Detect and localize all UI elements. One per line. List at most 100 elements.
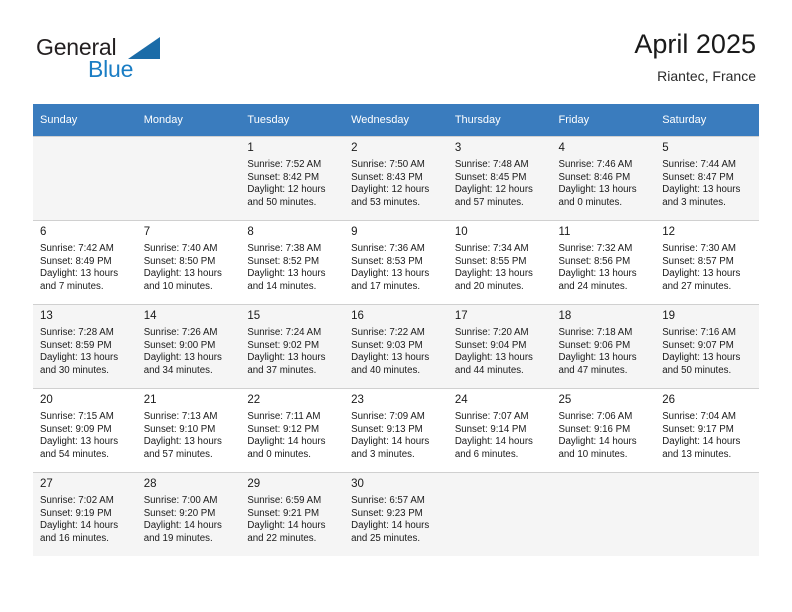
day-info-line: Sunset: 9:00 PM <box>143 339 216 351</box>
calendar-day-cell[interactable]: 16 Sunrise: 7:22 AM Sunset: 9:03 PM Dayligh… <box>344 304 448 388</box>
day-sun-info: Sunrise: 7:04 AM Sunset: 9:17 PM Daylight:… <box>662 411 752 461</box>
day-number: 19 <box>662 310 676 322</box>
calendar-day-cell[interactable]: 13 Sunrise: 7:28 AM Sunset: 8:59 PM Dayligh… <box>33 304 137 388</box>
day-number: 20 <box>40 394 53 406</box>
calendar-day-cell[interactable]: 14 Sunrise: 7:26 AM Sunset: 9:00 PM Dayligh… <box>136 304 241 388</box>
day-number: 5 <box>662 142 669 154</box>
calendar-day-cell[interactable]: 20 Sunrise: 7:15 AM Sunset: 9:09 PM Dayligh… <box>33 388 137 472</box>
calendar-day-cell[interactable]: 29 Sunrise: 6:59 AM Sunset: 9:21 PM Dayligh… <box>240 472 345 556</box>
calendar-day-cell[interactable]: 2 Sunrise: 7:50 AM Sunset: 8:43 PM Daylight… <box>344 136 448 220</box>
calendar-day-cell[interactable]: 26 Sunrise: 7:04 AM Sunset: 9:17 PM Dayligh… <box>655 388 759 472</box>
day-info-line: and 16 minutes. <box>40 532 109 544</box>
day-number: 18 <box>558 310 572 322</box>
calendar-day-cell[interactable]: 1 Sunrise: 7:52 AM Sunset: 8:42 PM Daylight… <box>240 136 345 220</box>
calendar-day-cell[interactable]: 8 Sunrise: 7:38 AM Sunset: 8:52 PM Daylight… <box>240 220 345 304</box>
day-info-line: Sunrise: 7:04 AM <box>662 411 736 422</box>
calendar-day-cell[interactable]: 25 Sunrise: 7:06 AM Sunset: 9:16 PM Dayligh… <box>551 388 656 472</box>
calendar-day-cell[interactable]: 22 Sunrise: 7:11 AM Sunset: 9:12 PM Dayligh… <box>240 388 345 472</box>
calendar-week-row: 6 Sunrise: 7:42 AM Sunset: 8:49 PM Daylight… <box>33 220 759 304</box>
day-info-line: Sunset: 8:57 PM <box>662 255 734 267</box>
day-info-line: Daylight: 13 hours <box>40 436 119 448</box>
day-info-line: Sunset: 9:07 PM <box>662 339 734 351</box>
day-number: 27 <box>40 478 53 490</box>
day-cell-inner: 12 Sunrise: 7:30 AM Sunset: 8:57 PM Dayligh… <box>655 220 759 304</box>
calendar-day-cell[interactable]: 27 Sunrise: 7:02 AM Sunset: 9:19 PM Dayligh… <box>33 472 137 556</box>
day-info-line: Daylight: 13 hours <box>143 268 222 280</box>
day-info-line: Daylight: 13 hours <box>351 352 430 364</box>
calendar-day-cell[interactable]: 18 Sunrise: 7:18 AM Sunset: 9:06 PM Dayligh… <box>551 304 656 388</box>
day-info-line: Sunset: 9:20 PM <box>143 507 216 519</box>
day-info-line: Daylight: 12 hours <box>454 184 533 196</box>
weekday-header-monday: Monday <box>136 104 241 136</box>
day-info-line: and 22 minutes. <box>247 532 317 544</box>
day-info-line: Daylight: 13 hours <box>247 352 326 364</box>
day-info-line: Daylight: 14 hours <box>40 520 119 532</box>
day-info-line: Sunset: 9:03 PM <box>351 339 423 351</box>
day-info-line: Sunset: 8:56 PM <box>558 255 631 267</box>
day-info-line: and 54 minutes. <box>40 448 109 460</box>
day-cell-inner: 29 Sunrise: 6:59 AM Sunset: 9:21 PM Dayligh… <box>240 472 345 556</box>
calendar-day-cell[interactable]: 4 Sunrise: 7:46 AM Sunset: 8:46 PM Daylight… <box>551 136 656 220</box>
weekday-header-saturday: Saturday <box>655 104 759 136</box>
day-info-line: Sunrise: 7:06 AM <box>558 411 633 422</box>
day-sun-info: Sunrise: 7:02 AM Sunset: 9:19 PM Daylight:… <box>40 495 130 545</box>
day-info-line: and 53 minutes. <box>351 196 421 208</box>
day-cell-inner: 9 Sunrise: 7:36 AM Sunset: 8:53 PM Daylight… <box>344 220 448 304</box>
day-info-line: Sunset: 9:06 PM <box>558 339 631 351</box>
calendar-day-cell[interactable]: 5 Sunrise: 7:44 AM Sunset: 8:47 PM Daylight… <box>655 136 759 220</box>
day-info-line: Daylight: 13 hours <box>558 352 637 364</box>
calendar-day-cell[interactable]: 15 Sunrise: 7:24 AM Sunset: 9:02 PM Dayligh… <box>240 304 345 388</box>
calendar-day-cell[interactable]: 28 Sunrise: 7:00 AM Sunset: 9:20 PM Dayligh… <box>136 472 241 556</box>
calendar-day-cell[interactable]: 21 Sunrise: 7:13 AM Sunset: 9:10 PM Dayligh… <box>136 388 241 472</box>
day-info-line: Sunset: 8:50 PM <box>143 255 216 267</box>
calendar-day-cell[interactable]: 11 Sunrise: 7:32 AM Sunset: 8:56 PM Dayligh… <box>551 220 656 304</box>
day-sun-info: Sunrise: 7:24 AM Sunset: 9:02 PM Daylight:… <box>247 327 337 377</box>
day-sun-info: Sunrise: 7:40 AM Sunset: 8:50 PM Daylight:… <box>144 243 234 293</box>
calendar-day-cell[interactable]: 17 Sunrise: 7:20 AM Sunset: 9:04 PM Dayligh… <box>447 304 552 388</box>
day-cell-inner: 28 Sunrise: 7:00 AM Sunset: 9:20 PM Dayligh… <box>136 472 241 556</box>
day-info-line: and 6 minutes. <box>454 448 519 460</box>
calendar-header-row: Sunday Monday Tuesday Wednesday Thursday… <box>33 104 759 136</box>
day-info-line: Daylight: 13 hours <box>662 184 741 196</box>
page-title: April 2025 <box>634 29 756 59</box>
day-info-line: and 17 minutes. <box>351 280 421 292</box>
day-info-line: and 0 minutes. <box>247 448 311 460</box>
day-cell-inner: 25 Sunrise: 7:06 AM Sunset: 9:16 PM Dayligh… <box>551 388 656 472</box>
calendar-day-cell[interactable]: 9 Sunrise: 7:36 AM Sunset: 8:53 PM Daylight… <box>344 220 448 304</box>
day-number: 12 <box>662 226 676 238</box>
calendar-day-cell[interactable]: 23 Sunrise: 7:09 AM Sunset: 9:13 PM Dayligh… <box>344 388 448 472</box>
calendar-empty-cell <box>136 136 241 220</box>
day-sun-info: Sunrise: 7:20 AM Sunset: 9:04 PM Daylight:… <box>455 327 545 377</box>
calendar-day-cell[interactable]: 12 Sunrise: 7:30 AM Sunset: 8:57 PM Dayligh… <box>655 220 759 304</box>
day-info-line: Sunrise: 7:11 AM <box>247 411 321 422</box>
day-info-line: Sunrise: 7:40 AM <box>143 243 218 254</box>
day-sun-info: Sunrise: 7:13 AM Sunset: 9:10 PM Daylight:… <box>144 411 234 461</box>
day-cell-inner: 17 Sunrise: 7:20 AM Sunset: 9:04 PM Dayligh… <box>447 304 552 388</box>
day-info-line: and 40 minutes. <box>351 364 421 376</box>
day-info-line: Sunrise: 7:42 AM <box>40 243 114 254</box>
calendar-day-cell[interactable]: 10 Sunrise: 7:34 AM Sunset: 8:55 PM Dayligh… <box>447 220 552 304</box>
day-number: 2 <box>351 142 358 154</box>
calendar-day-cell[interactable]: 19 Sunrise: 7:16 AM Sunset: 9:07 PM Dayligh… <box>655 304 759 388</box>
day-info-line: Sunrise: 7:28 AM <box>40 327 114 338</box>
calendar-day-cell[interactable]: 30 Sunrise: 6:57 AM Sunset: 9:23 PM Dayligh… <box>344 472 448 556</box>
calendar-day-cell[interactable]: 7 Sunrise: 7:40 AM Sunset: 8:50 PM Daylight… <box>136 220 241 304</box>
day-number: 8 <box>247 226 254 238</box>
day-info-line: Sunset: 9:04 PM <box>454 339 527 351</box>
calendar-empty-cell <box>33 136 137 220</box>
day-cell-inner: 16 Sunrise: 7:22 AM Sunset: 9:03 PM Dayligh… <box>344 304 448 388</box>
calendar-day-cell[interactable]: 24 Sunrise: 7:07 AM Sunset: 9:14 PM Dayligh… <box>447 388 552 472</box>
day-info-line: Daylight: 14 hours <box>247 436 326 448</box>
day-info-line: and 50 minutes. <box>247 196 317 208</box>
day-info-line: Sunrise: 7:24 AM <box>247 327 322 338</box>
calendar-day-cell[interactable]: 3 Sunrise: 7:48 AM Sunset: 8:45 PM Daylight… <box>447 136 552 220</box>
day-info-line: Daylight: 12 hours <box>351 184 430 196</box>
day-info-line: Sunset: 9:17 PM <box>662 423 734 435</box>
day-info-line: Daylight: 14 hours <box>662 436 741 448</box>
day-info-line: Sunrise: 7:16 AM <box>662 327 736 338</box>
day-info-line: Sunrise: 7:30 AM <box>662 243 736 254</box>
day-info-line: and 0 minutes. <box>558 196 623 208</box>
general-blue-logo: General Blue <box>36 34 236 86</box>
day-info-line: Sunset: 8:59 PM <box>40 339 112 351</box>
calendar-day-cell[interactable]: 6 Sunrise: 7:42 AM Sunset: 8:49 PM Daylight… <box>33 220 137 304</box>
